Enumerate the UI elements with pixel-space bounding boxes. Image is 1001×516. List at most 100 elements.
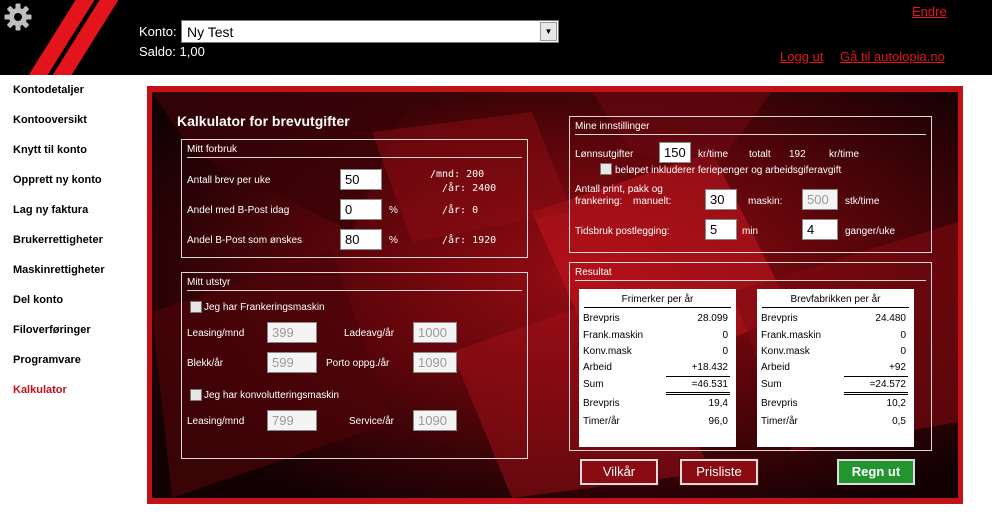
ganger-unit: ganger/uke	[845, 226, 896, 237]
per-aar-value: /år: 2400	[442, 183, 497, 194]
print-label-2: frankering:	[575, 196, 623, 207]
divider	[187, 290, 522, 291]
brevfabrikken-card: Brevfabrikken per år Brevpris 24.480 Fra…	[757, 289, 914, 447]
sidebar-item-del-konto[interactable]: Del konto	[13, 294, 63, 306]
feriepenger-label: beløpet inkluderer feriepenger og arbeid…	[615, 165, 842, 176]
min-unit: min	[742, 226, 759, 237]
konto-label: Konto:	[139, 24, 177, 39]
saldo: Saldo: 1,00	[139, 44, 205, 59]
brev-label: Antall brev per uke	[187, 175, 271, 186]
lonn-label: Lønnsutgifter	[575, 149, 634, 160]
bpost-idag-input[interactable]	[340, 199, 382, 220]
sum-rule	[844, 376, 908, 377]
lonn-input[interactable]	[659, 142, 691, 163]
konto-select-value: Ny Test	[187, 24, 234, 40]
bpost-idag-aar: /år: 0	[442, 205, 479, 216]
porto-label: Porto oppg./år	[326, 358, 390, 369]
ganger-input[interactable]	[802, 219, 838, 240]
result-label: Frank.maskin	[583, 330, 644, 341]
leasing-input[interactable]	[267, 322, 317, 343]
konto-select[interactable]: Ny Test ▼	[181, 20, 559, 43]
sum-rule	[666, 376, 730, 377]
sidebar-item-filoverforinger[interactable]: Filoverføringer	[13, 324, 91, 336]
endre-link[interactable]: Endre	[912, 4, 947, 19]
sidebar-item-maskinrettigheter[interactable]: Maskinrettigheter	[13, 264, 105, 276]
result-label: Konv.mask	[583, 346, 632, 357]
bpost-onskes-aar: /år: 1920	[442, 235, 497, 246]
result-value: 96,0	[708, 416, 728, 427]
sidebar-item-knytt-til-konto[interactable]: Knytt til konto	[13, 144, 87, 156]
saldo-value: 1,00	[179, 44, 205, 59]
maskin-label: maskin:	[748, 196, 783, 207]
bpost-onskes-input[interactable]	[340, 229, 382, 250]
service-label: Service/år	[349, 416, 395, 427]
result-value: +92	[889, 362, 906, 373]
regn-ut-button[interactable]: Regn ut	[837, 459, 915, 485]
manuelt-input[interactable]	[705, 189, 737, 210]
feriepenger-checkbox[interactable]	[600, 163, 612, 175]
sidebar-item-kontodetaljer[interactable]: Kontodetaljer	[13, 84, 84, 96]
logg-ut-link[interactable]: Logg ut	[780, 49, 823, 64]
sidebar-item-brukerrettigheter[interactable]: Brukerrettigheter	[13, 234, 103, 246]
frankeringsmaskin-label: Jeg har Frankeringsmaskin	[204, 302, 325, 313]
bpost-onskes-label: Andel B-Post som ønskes	[187, 235, 303, 246]
sidebar-item-opprett-ny-konto[interactable]: Opprett ny konto	[13, 174, 102, 186]
sidebar-item-kalkulator[interactable]: Kalkulator	[13, 384, 67, 396]
service-input[interactable]	[413, 410, 457, 431]
utstyr-title: Mitt utstyr	[187, 277, 231, 288]
frimerker-title: Frimerker per år	[621, 294, 694, 305]
dropdown-arrow-icon[interactable]: ▼	[540, 22, 557, 41]
maskin-input[interactable]	[802, 189, 838, 210]
bpost-idag-label: Andel med B-Post idag	[187, 205, 290, 216]
bpost-onskes-pct: %	[389, 235, 398, 246]
sum-rule	[844, 394, 908, 395]
konvolutteringsmaskin-checkbox[interactable]	[190, 389, 202, 401]
frimerker-card: Frimerker per år Brevpris 28.099 Frank.m…	[579, 289, 736, 447]
result-label: Brevpris	[761, 398, 798, 409]
result-value: 24.480	[875, 313, 906, 324]
tidsbruk-input[interactable]	[705, 219, 737, 240]
result-value: +18.432	[691, 362, 728, 373]
per-mnd-value: /mnd: 200	[430, 169, 485, 180]
stk-unit: stk/time	[845, 196, 880, 207]
manuelt-label: manuelt:	[633, 196, 672, 207]
totalt-label: totalt	[749, 149, 771, 160]
lonn-unit: kr/time	[698, 149, 728, 160]
blekk-label: Blekk/år	[187, 358, 224, 369]
result-value: 19,4	[708, 398, 728, 409]
leasing-label: Leasing/mnd	[187, 328, 245, 339]
porto-input[interactable]	[413, 352, 457, 373]
sidebar-item-programvare[interactable]: Programvare	[13, 354, 81, 366]
result-value: =24.572	[869, 379, 906, 390]
calculator-panel: Kalkulator for brevutgifter Mitt forbruk…	[147, 86, 963, 504]
calculator-title: Kalkulator for brevutgifter	[177, 113, 350, 129]
gear-icon[interactable]	[3, 2, 33, 32]
result-value: =46.531	[691, 379, 728, 390]
resultat-title: Resultat	[575, 267, 612, 278]
result-value: 0,5	[892, 416, 906, 427]
result-value: 0	[900, 346, 906, 357]
vilkar-button[interactable]: Vilkår	[579, 458, 659, 486]
konv-leasing-label: Leasing/mnd	[187, 416, 245, 427]
tidsbruk-label: Tidsbruk postlegging:	[575, 226, 670, 237]
sidebar-item-kontooversikt[interactable]: Kontooversikt	[13, 114, 87, 126]
result-label: Brevpris	[583, 398, 620, 409]
calculator-inner: Kalkulator for brevutgifter Mitt forbruk…	[152, 92, 958, 498]
result-label: Timer/år	[583, 416, 620, 427]
divider	[187, 157, 522, 158]
print-label-1: Antall print, pakk og	[575, 184, 663, 195]
sum-rule	[844, 392, 908, 393]
result-label: Konv.mask	[761, 346, 810, 357]
result-label: Arbeid	[761, 362, 790, 373]
ladeavg-input[interactable]	[413, 322, 457, 343]
brev-per-uke-input[interactable]	[340, 169, 382, 190]
prisliste-button[interactable]: Prisliste	[679, 458, 759, 486]
konv-leasing-input[interactable]	[267, 410, 317, 431]
sum-rule	[666, 394, 730, 395]
frankeringsmaskin-checkbox[interactable]	[190, 301, 202, 313]
blekk-input[interactable]	[267, 352, 317, 373]
divider	[575, 280, 926, 281]
sidebar-item-lag-ny-faktura[interactable]: Lag ny faktura	[13, 204, 88, 216]
brevfabrikken-title: Brevfabrikken per år	[790, 294, 881, 305]
autolopia-link[interactable]: Gå til autolopia.no	[840, 49, 945, 64]
